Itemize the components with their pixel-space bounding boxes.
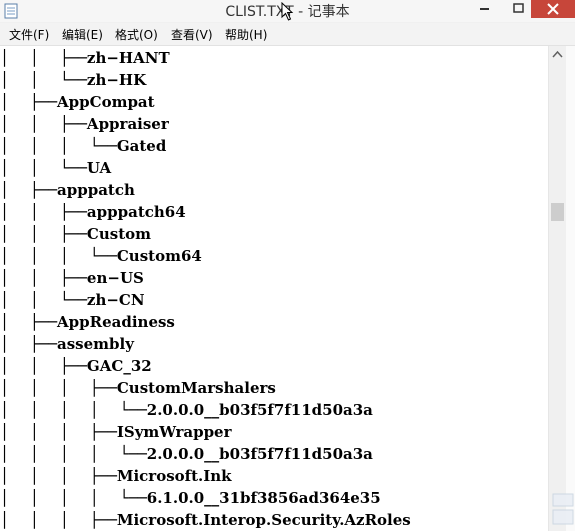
text-line: │ │ │ │ └──6.1.0.0__31bf3856ad364e35	[0, 489, 381, 507]
scroll-thumb[interactable]	[551, 203, 564, 221]
text-editor[interactable]: │ │ ├──zh−HANT │ │ └──zh−HK │ ├──AppComp…	[0, 46, 548, 531]
maximize-icon	[513, 3, 524, 13]
scroll-up-button[interactable]	[549, 46, 566, 63]
text-line: │ │ │ ├──ISymWrapper	[0, 423, 232, 441]
text-line: │ │ │ │ └──2.0.0.0__b03f5f7f11d50a3a	[0, 445, 373, 463]
text-line: │ ├──assembly	[0, 335, 134, 353]
text-line: │ ├──AppReadiness	[0, 313, 175, 331]
text-line: │ │ │ ├──CustomMarshalers	[0, 379, 276, 397]
watermark-logo	[552, 493, 574, 525]
menu-bar: 文件(F) 编辑(E) 格式(O) 查看(V) 帮助(H)	[0, 23, 575, 46]
text-line: │ │ ├──en−US	[0, 269, 144, 287]
text-line: │ │ ├──Custom	[0, 225, 152, 243]
text-line: │ │ ├──GAC_32	[0, 357, 152, 375]
text-line: │ │ │ ├──Microsoft.Ink	[0, 467, 232, 485]
menu-format[interactable]: 格式(O)	[115, 26, 158, 43]
text-line: │ │ │ │ └──2.0.0.0__b03f5f7f11d50a3a	[0, 401, 373, 419]
close-button[interactable]	[531, 0, 575, 18]
cursor-icon	[281, 2, 294, 21]
text-line: │ │ ├──Appraiser	[0, 115, 169, 133]
menu-view[interactable]: 查看(V)	[171, 26, 213, 43]
window-border	[566, 46, 575, 531]
scroll-up-icon	[552, 50, 563, 58]
minimize-button[interactable]	[470, 0, 500, 18]
text-line: │ │ └──zh−CN	[0, 291, 145, 309]
menu-file[interactable]: 文件(F)	[9, 26, 49, 43]
menu-help[interactable]: 帮助(H)	[225, 26, 267, 43]
vertical-scrollbar[interactable]	[548, 46, 566, 531]
text-line: │ │ └──zh−HK	[0, 71, 147, 89]
text-line: │ │ ├──zh−HANT	[0, 49, 170, 67]
text-line: │ │ │ └──Custom64	[0, 247, 202, 265]
text-line: │ ├──AppCompat	[0, 93, 155, 111]
close-icon	[547, 3, 559, 15]
menu-edit[interactable]: 编辑(E)	[62, 26, 103, 43]
text-line: │ │ └──UA	[0, 159, 112, 177]
text-line: │ │ ├──apppatch64	[0, 203, 186, 221]
text-line: │ │ │ └──Gated	[0, 137, 167, 155]
title-bar: CLIST.TXT - 记事本	[0, 0, 575, 22]
text-line: │ │ │ ├──Microsoft.Interop.Security.AzRo…	[0, 511, 411, 529]
minimize-icon	[480, 8, 489, 10]
text-line: │ ├──apppatch	[0, 181, 135, 199]
